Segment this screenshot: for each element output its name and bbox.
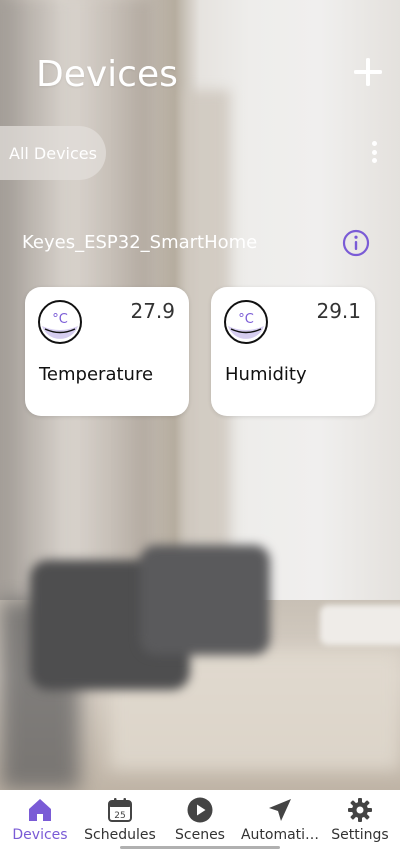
- filter-chip-label: All Devices: [9, 143, 97, 163]
- nav-label-settings: Settings: [331, 827, 389, 843]
- nav-item-settings[interactable]: Settings: [320, 790, 400, 850]
- devices-screen: Devices All Devices Keyes_ESP32_SmartHom…: [0, 0, 400, 790]
- send-icon: [269, 799, 291, 821]
- temperature-value: 27.9: [130, 299, 175, 323]
- nav-item-automations[interactable]: Automati…: [240, 790, 320, 850]
- temperature-label: Temperature: [39, 364, 154, 385]
- add-device-button[interactable]: [352, 56, 384, 88]
- nav-item-scenes[interactable]: Scenes: [160, 790, 240, 850]
- play-icon: [187, 797, 213, 823]
- nav-label-scenes: Scenes: [175, 827, 225, 843]
- svg-text:°C: °C: [52, 312, 68, 327]
- thermometer-celsius-icon: °C: [224, 300, 268, 344]
- more-options-button[interactable]: [364, 138, 384, 166]
- bottom-navigation: Devices 25 Schedules Scenes Automati… Se…: [0, 790, 400, 850]
- device-card-humidity[interactable]: °C 29.1 Humidity: [211, 287, 375, 416]
- svg-text:25: 25: [114, 811, 125, 821]
- gear-icon: [348, 798, 372, 822]
- nav-label-automations: Automati…: [240, 827, 320, 843]
- info-icon: [342, 229, 370, 257]
- more-vertical-icon: [371, 141, 377, 146]
- group-info-button[interactable]: [342, 229, 370, 257]
- plus-icon: [354, 58, 382, 86]
- home-indicator: [120, 846, 280, 849]
- device-card-temperature[interactable]: °C 27.9 Temperature: [25, 287, 189, 416]
- humidity-value: 29.1: [316, 299, 361, 323]
- filter-chip-all-devices[interactable]: All Devices: [0, 126, 106, 180]
- nav-label-schedules: Schedules: [84, 827, 156, 843]
- humidity-label: Humidity: [225, 364, 307, 385]
- svg-text:°C: °C: [238, 312, 254, 327]
- calendar-icon: 25: [108, 798, 132, 822]
- nav-item-schedules[interactable]: 25 Schedules: [80, 790, 160, 850]
- nav-label-devices: Devices: [12, 827, 68, 843]
- page-title: Devices: [36, 54, 178, 95]
- nav-item-devices[interactable]: Devices: [0, 790, 80, 850]
- home-icon: [29, 799, 51, 821]
- thermometer-celsius-icon: °C: [38, 300, 82, 344]
- device-group-name: Keyes_ESP32_SmartHome: [22, 232, 258, 253]
